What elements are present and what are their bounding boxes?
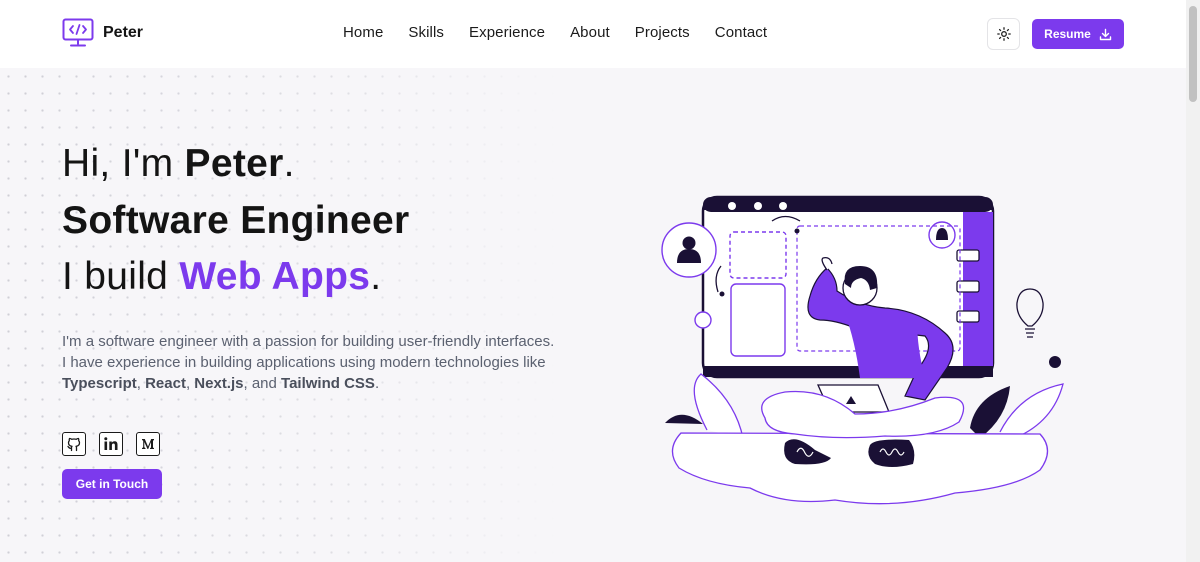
hero-role: Software Engineer <box>62 199 410 242</box>
page-scrollbar[interactable] <box>1186 0 1200 562</box>
get-in-touch-button[interactable]: Get in Touch <box>62 469 162 499</box>
tech-separator: , and <box>243 375 282 392</box>
tagline-suffix: . <box>370 255 382 298</box>
hero-name: Peter <box>184 142 284 185</box>
resume-label: Resume <box>1044 27 1091 41</box>
sun-icon <box>996 27 1011 41</box>
nav-link-projects[interactable]: Projects <box>635 24 690 41</box>
brand-logo[interactable]: Peter <box>62 18 143 48</box>
tagline-highlight: Web Apps <box>179 255 371 298</box>
medium-icon <box>142 439 154 449</box>
tech-tailwind: Tailwind CSS <box>281 375 375 392</box>
monitor-code-icon <box>62 18 94 47</box>
developer-illustration <box>661 195 1064 505</box>
navbar: Peter Home Skills Experience About Proje… <box>0 0 1186 68</box>
hero-tagline: I build Web Apps. <box>62 255 381 299</box>
tech-react: React <box>145 375 186 392</box>
brand-name: Peter <box>103 24 144 41</box>
greeting-suffix: . <box>283 142 295 185</box>
resume-button[interactable]: Resume <box>1032 19 1124 49</box>
intro-text: I'm a software engineer with a passion f… <box>62 333 555 371</box>
nav-link-about[interactable]: About <box>570 24 610 41</box>
intro-end: . <box>374 375 380 392</box>
nav-link-skills[interactable]: Skills <box>408 24 444 41</box>
tech-nextjs: Next.js <box>194 375 244 392</box>
theme-toggle-button[interactable] <box>987 18 1020 50</box>
nav-link-experience[interactable]: Experience <box>469 24 545 41</box>
nav-link-home[interactable]: Home <box>343 24 383 41</box>
nav-link-contact[interactable]: Contact <box>715 24 767 41</box>
social-links <box>62 432 160 456</box>
hero-greeting: Hi, I'm Peter. <box>62 142 295 186</box>
medium-link[interactable] <box>136 432 160 456</box>
scrollbar-thumb[interactable] <box>1189 6 1197 102</box>
hero-intro: I'm a software engineer with a passion f… <box>62 331 562 394</box>
github-icon <box>67 437 81 452</box>
tagline-prefix: I build <box>62 255 180 298</box>
linkedin-link[interactable] <box>99 432 123 456</box>
nav-menu: Home Skills Experience About Projects Co… <box>343 24 792 41</box>
download-icon <box>1099 28 1112 40</box>
linkedin-icon <box>104 437 118 450</box>
github-link[interactable] <box>62 432 86 456</box>
tech-typescript: Typescript <box>62 375 137 392</box>
tech-separator: , <box>136 375 146 392</box>
greeting-prefix: Hi, I'm <box>62 142 185 185</box>
